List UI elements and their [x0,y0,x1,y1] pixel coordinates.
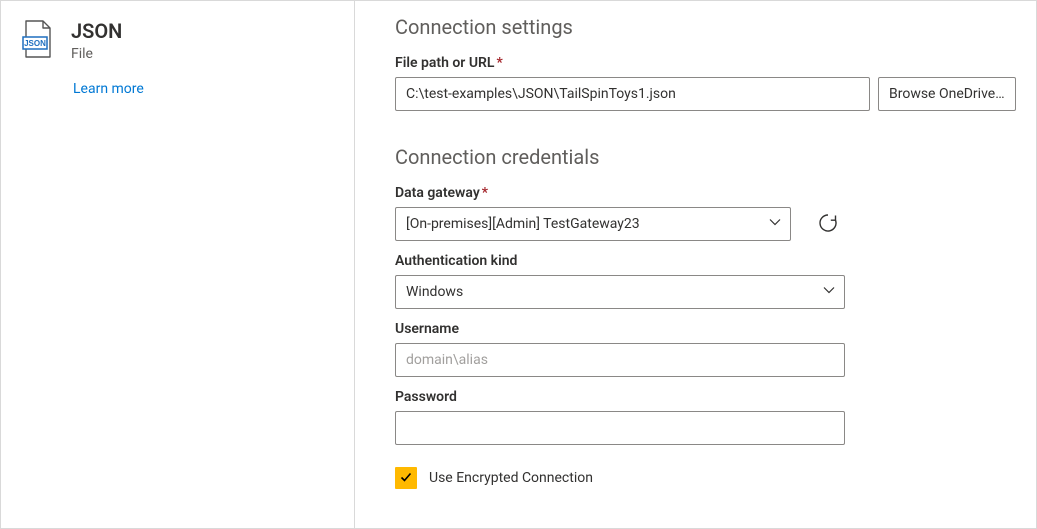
connector-header: JSON JSON File [17,19,332,63]
learn-more-link[interactable]: Learn more [73,81,332,97]
refresh-gateway-button[interactable] [811,207,845,241]
authentication-kind-dropdown[interactable]: Windows [395,275,845,309]
chevron-down-icon [822,283,836,301]
connection-settings-heading: Connection settings [395,15,1016,39]
connection-credentials-heading: Connection credentials [395,145,1016,169]
connector-title: JSON [71,19,122,43]
data-gateway-label: Data gateway* [395,185,1016,201]
browse-onedrive-button[interactable]: Browse OneDrive... [878,77,1016,111]
refresh-icon [817,212,839,237]
authentication-kind-label: Authentication kind [395,253,1016,269]
connector-subtitle: File [71,45,122,63]
data-gateway-selected-value: [On-premises][Admin] TestGateway23 [406,216,640,232]
data-gateway-label-text: Data gateway [395,185,480,201]
required-asterisk: * [496,55,502,71]
file-path-label-text: File path or URL [395,55,494,71]
username-input[interactable] [395,343,845,377]
checkmark-icon [399,469,413,488]
username-field: Username [395,321,1016,377]
password-label: Password [395,389,1016,405]
json-file-icon: JSON [17,19,57,59]
file-path-label: File path or URL* [395,55,1016,71]
file-path-field: File path or URL* Browse OneDrive... [395,55,1016,111]
settings-panel: Connection settings File path or URL* Br… [355,1,1036,528]
authentication-kind-field: Authentication kind Windows [395,253,1016,309]
encrypted-connection-label: Use Encrypted Connection [429,470,593,486]
dialog-root: JSON JSON File Learn more Connection set… [0,0,1037,529]
password-input[interactable] [395,411,845,445]
connector-info-panel: JSON JSON File Learn more [1,1,355,528]
password-field: Password [395,389,1016,445]
required-asterisk: * [482,185,488,201]
authentication-kind-selected-value: Windows [406,284,463,300]
chevron-down-icon [768,215,782,233]
data-gateway-field: Data gateway* [On-premises][Admin] TestG… [395,185,1016,241]
data-gateway-dropdown[interactable]: [On-premises][Admin] TestGateway23 [395,207,791,241]
file-path-input[interactable] [395,77,870,111]
encrypted-connection-row: Use Encrypted Connection [395,467,1016,489]
username-label: Username [395,321,1016,337]
encrypted-connection-checkbox[interactable] [395,467,417,489]
svg-text:JSON: JSON [24,39,46,48]
